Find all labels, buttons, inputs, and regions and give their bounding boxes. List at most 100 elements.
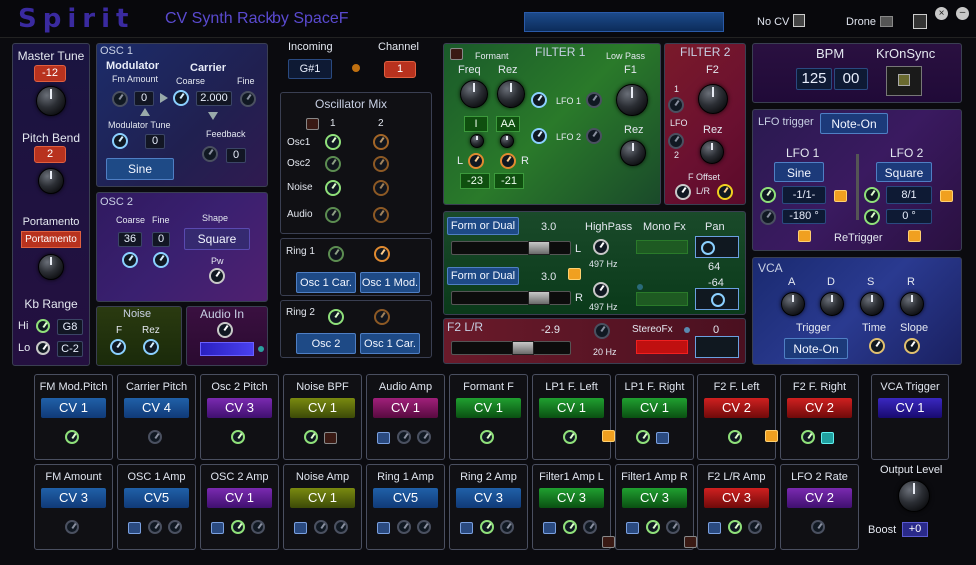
- cv-amount-knob[interactable]: [230, 520, 245, 534]
- osc2-coarse-value[interactable]: 36: [118, 232, 142, 247]
- lfo2-retrigger[interactable]: [908, 230, 921, 242]
- carrier-coarse-value[interactable]: 2.000: [196, 91, 232, 106]
- lfo1-knob[interactable]: [531, 92, 547, 108]
- rez3-knob[interactable]: [500, 134, 514, 148]
- cv-slot-source[interactable]: CV 1: [207, 488, 272, 508]
- output-level-knob[interactable]: [898, 480, 930, 512]
- cv-amount-knob[interactable]: [499, 520, 514, 534]
- cv-slot-source[interactable]: CV 3: [704, 488, 769, 508]
- cv-slot-source[interactable]: CV 3: [456, 488, 521, 508]
- boost-value[interactable]: +0: [902, 522, 928, 537]
- cv-link-toggle[interactable]: [765, 430, 778, 442]
- bpm-value-2[interactable]: 00: [834, 68, 868, 90]
- carrier-coarse-knob[interactable]: [173, 90, 189, 106]
- ring2-source-b[interactable]: Osc 1 Car.: [360, 333, 420, 354]
- vca-d-knob[interactable]: [820, 292, 844, 316]
- no-cv-icon[interactable]: [793, 14, 805, 27]
- ring1-source-b[interactable]: Osc 1 Mod.: [360, 272, 420, 293]
- f2-lfo2-knob[interactable]: [668, 133, 684, 149]
- pitch-bend-knob[interactable]: [38, 168, 64, 194]
- lfo2-wave[interactable]: Square: [876, 162, 932, 182]
- lfo1-retrigger[interactable]: [798, 230, 811, 242]
- fm-amount-value[interactable]: 0: [134, 91, 154, 106]
- cv-invert-toggle[interactable]: [625, 522, 639, 534]
- cv-invert-toggle[interactable]: [459, 522, 473, 534]
- cv-amount-knob[interactable]: [747, 520, 762, 534]
- cv-slot-source[interactable]: CV 3: [207, 398, 272, 418]
- master-tune-knob[interactable]: [36, 86, 66, 116]
- cv-slot-source[interactable]: CV 3: [539, 488, 604, 508]
- l-knob[interactable]: [468, 153, 484, 169]
- f-offset-knob[interactable]: [675, 184, 691, 200]
- feedback-value[interactable]: 0: [226, 148, 246, 163]
- master-tune-value[interactable]: -12: [34, 65, 66, 82]
- mix-noise-1[interactable]: [325, 180, 341, 196]
- vca-time-knob[interactable]: [869, 338, 885, 354]
- form-slider-top[interactable]: [451, 241, 571, 255]
- cv-amount-knob[interactable]: [303, 430, 318, 444]
- mix-osc2-1[interactable]: [325, 156, 341, 172]
- lfo2-depth-knob[interactable]: [586, 128, 602, 144]
- cv-amount-knob[interactable]: [396, 520, 411, 534]
- f2-rez-knob[interactable]: [700, 140, 724, 164]
- cv-toggle[interactable]: [820, 432, 834, 444]
- cv-invert-toggle[interactable]: [376, 522, 390, 534]
- cv-slot-source[interactable]: CV 1: [456, 398, 521, 418]
- oscmix-toggle[interactable]: [306, 118, 319, 130]
- rez2-knob[interactable]: [470, 134, 484, 148]
- formant-toggle[interactable]: [450, 48, 463, 60]
- cv-slot-source[interactable]: CV 1: [373, 398, 438, 418]
- cv-toggle[interactable]: [323, 432, 337, 444]
- cv-amount-knob[interactable]: [396, 430, 411, 444]
- ring2-source-a[interactable]: Osc 2: [296, 333, 356, 354]
- ring1-source-a[interactable]: Osc 1 Car.: [296, 272, 356, 293]
- vca-trigger-cv-value[interactable]: CV 1: [878, 398, 942, 418]
- cv-invert-toggle[interactable]: [293, 522, 307, 534]
- lo-knob[interactable]: [36, 341, 50, 355]
- cv-slot-source[interactable]: CV 3: [622, 488, 687, 508]
- cv-amount-knob[interactable]: [479, 430, 494, 444]
- f2-knob[interactable]: [698, 84, 728, 114]
- ring2-knob-1[interactable]: [328, 309, 344, 325]
- cv-invert-toggle[interactable]: [210, 522, 224, 534]
- cv-amount-knob[interactable]: [250, 520, 265, 534]
- cv-slot-source[interactable]: CV 2: [704, 398, 769, 418]
- modulator-tune-value[interactable]: 0: [145, 134, 165, 149]
- cv-amount-knob[interactable]: [64, 430, 79, 444]
- audio-in-knob[interactable]: [217, 322, 233, 338]
- copy-icon[interactable]: [913, 14, 927, 29]
- mix-osc1-1[interactable]: [325, 134, 341, 150]
- osc1-wave-select[interactable]: Sine: [106, 158, 174, 180]
- cv-amount-knob[interactable]: [582, 520, 597, 534]
- channel-value[interactable]: 1: [384, 61, 416, 78]
- ring1-knob-1[interactable]: [328, 246, 344, 262]
- f2lr-knob[interactable]: [594, 323, 610, 339]
- vca-trigger-select[interactable]: Note-On: [784, 338, 848, 359]
- hi-value[interactable]: G8: [57, 319, 83, 335]
- close-icon[interactable]: ×: [935, 7, 948, 20]
- vca-a-knob[interactable]: [781, 292, 805, 316]
- cv-invert-toggle[interactable]: [542, 522, 556, 534]
- cv-slot-source[interactable]: CV 2: [787, 488, 852, 508]
- minimize-icon[interactable]: –: [956, 7, 969, 20]
- lfo1-depth-knob[interactable]: [586, 92, 602, 108]
- cv-slot-source[interactable]: CV 2: [787, 398, 852, 418]
- hp-knob-bottom[interactable]: [593, 282, 609, 298]
- form-slider-bottom[interactable]: [451, 291, 571, 305]
- cv-slot-source[interactable]: CV5: [124, 488, 189, 508]
- cv-invert-toggle[interactable]: [707, 522, 721, 534]
- cv-invert-toggle[interactable]: [127, 522, 141, 534]
- osc2-shape-select[interactable]: Square: [184, 228, 250, 250]
- lfo2-phase[interactable]: 0 °: [886, 209, 932, 224]
- mix-audio-1[interactable]: [325, 207, 341, 223]
- cv-amount-knob[interactable]: [810, 520, 825, 534]
- lfo2-sync[interactable]: [940, 190, 953, 202]
- cv-amount-knob[interactable]: [562, 430, 577, 444]
- cv-slot-source[interactable]: CV 1: [290, 398, 355, 418]
- mix-osc1-2[interactable]: [373, 134, 389, 150]
- cv-link-toggle[interactable]: [602, 430, 615, 442]
- cv-amount-knob[interactable]: [665, 520, 680, 534]
- cv-link-toggle[interactable]: [602, 536, 615, 548]
- freq-knob[interactable]: [460, 80, 488, 108]
- lfo1-sync[interactable]: [834, 190, 847, 202]
